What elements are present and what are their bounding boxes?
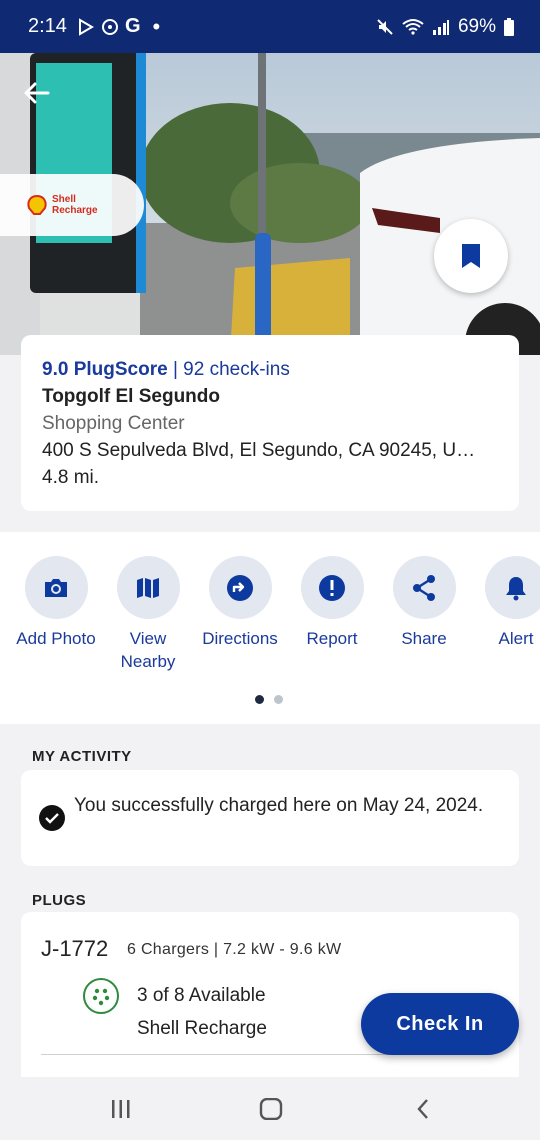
divider [41, 1054, 441, 1055]
plug-availability: 3 of 8 Available [137, 985, 266, 1006]
status-time: 2:14 [28, 15, 67, 37]
dot-icon: • [152, 13, 161, 39]
plugs-heading: PLUGS [32, 892, 87, 909]
station-address[interactable]: 400 S Sepulveda Blvd, El Segundo, CA 902… [42, 440, 492, 462]
pinwheel-icon [101, 18, 118, 35]
signal-icon [432, 19, 449, 35]
j1772-plug-icon [83, 978, 119, 1014]
add-photo-label: Add Photo [16, 629, 96, 648]
alert-icon [319, 574, 345, 601]
alert-label: Alert [498, 629, 534, 648]
google-icon: G [124, 15, 141, 37]
bookmark-icon [462, 244, 480, 268]
report-button[interactable]: Report [286, 556, 378, 650]
share-icon [413, 574, 435, 601]
status-bar: 2:14 G • 69% [0, 0, 540, 53]
actions-panel: Add Photo View Nearby Directions Report … [0, 532, 540, 724]
check-in-button[interactable]: Check In [361, 993, 519, 1055]
home-button[interactable] [256, 1097, 286, 1121]
wifi-icon [402, 18, 424, 35]
plug-network: Shell Recharge [137, 1018, 267, 1039]
pager-dots [255, 695, 283, 704]
share-label: Share [401, 629, 447, 648]
back-chevron-icon [417, 1099, 428, 1119]
my-activity-heading: MY ACTIVITY [32, 748, 132, 765]
notification-icons: G • [77, 14, 160, 40]
battery-icon [504, 17, 514, 36]
station-name: Topgolf El Segundo [42, 386, 221, 407]
plugscore: 9.0 PlugScore [42, 359, 168, 380]
mute-icon [377, 18, 393, 35]
camera-icon [45, 578, 67, 597]
bell-icon [506, 576, 526, 600]
add-photo-button[interactable]: Add Photo [10, 556, 102, 650]
pager-dot-active[interactable] [255, 695, 264, 704]
station-info-card: 9.0 PlugScore | 92 check-ins Topgolf El … [21, 335, 519, 511]
share-button[interactable]: Share [378, 556, 470, 650]
map-icon [137, 577, 159, 598]
shell-logo-icon [27, 194, 47, 215]
back-arrow-icon[interactable] [22, 78, 52, 108]
recent-apps-icon [112, 1100, 130, 1118]
bookmark-button[interactable] [434, 219, 508, 293]
activity-card: You successfully charged here on May 24,… [21, 770, 519, 866]
battery-percent: 69% [457, 15, 496, 37]
plug-type: J-1772 [41, 936, 109, 961]
view-nearby-label: View Nearby [120, 629, 176, 671]
plug-spec: 6 Chargers | 7.2 kW - 9.6 kW [127, 941, 342, 958]
report-label: Report [306, 629, 358, 648]
directions-icon [227, 574, 253, 601]
station-type: Shopping Center [42, 413, 185, 434]
directions-label: Directions [202, 629, 278, 648]
directions-button[interactable]: Directions [194, 556, 286, 650]
home-icon [259, 1098, 283, 1120]
pager-dot[interactable] [274, 695, 283, 704]
activity-message: You successfully charged here on May 24,… [74, 795, 484, 816]
status-right: 69% [376, 0, 514, 53]
play-store-icon [78, 17, 94, 36]
station-distance: 4.8 mi. [42, 467, 100, 488]
checkin-count: | 92 check-ins [172, 359, 290, 380]
view-nearby-button[interactable]: View Nearby [102, 556, 194, 673]
plugscore-line[interactable]: 9.0 PlugScore | 92 check-ins [42, 359, 290, 381]
checkmark-icon [39, 805, 65, 831]
back-button[interactable] [408, 1097, 438, 1121]
shell-recharge-logo-text: Shell Recharge [52, 194, 98, 216]
system-nav-bar [0, 1077, 540, 1140]
network-logo-pill[interactable]: Shell Recharge [0, 174, 144, 236]
recent-apps-button[interactable] [106, 1097, 136, 1121]
alert-button[interactable]: Alert [470, 556, 540, 650]
